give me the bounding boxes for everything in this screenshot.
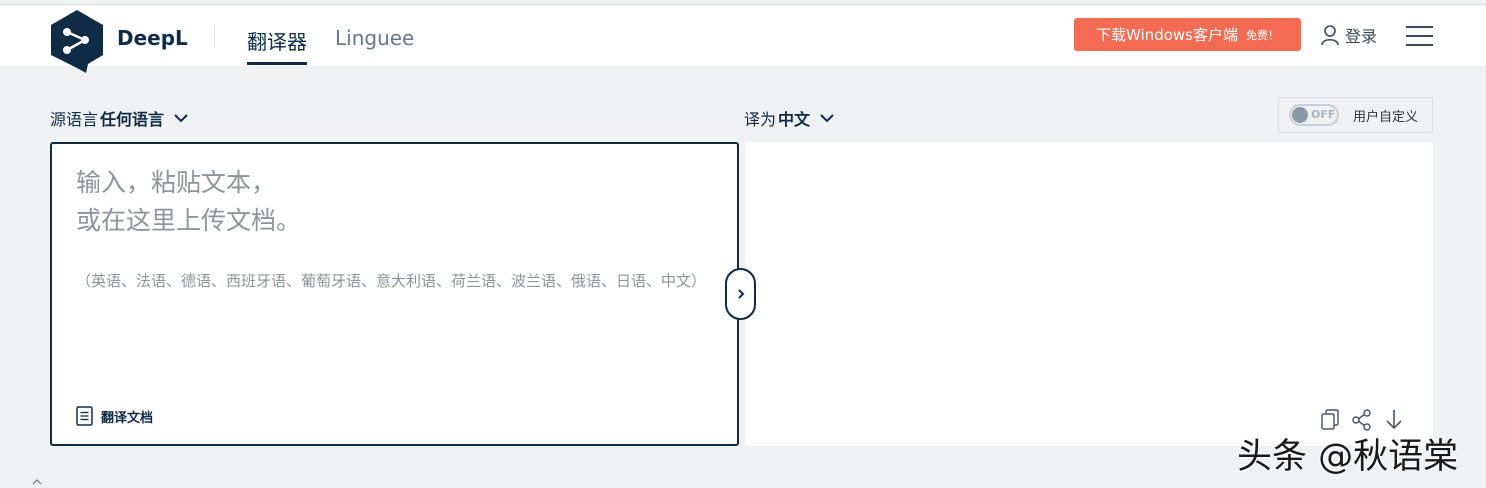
translate-document-label: 翻译文档 <box>101 410 154 426</box>
login-button[interactable]: 登录 <box>1320 23 1377 47</box>
hamburger-menu-icon[interactable] <box>1406 26 1433 46</box>
source-language-value: 任何语言 <box>100 110 165 129</box>
chevron-down-icon <box>820 114 834 123</box>
download-windows-client-button[interactable]: 下载Windows客户端 免费！ <box>1074 18 1301 51</box>
user-icon <box>1321 25 1339 46</box>
placeholder-line-2: 或在这里上传文档。 <box>76 206 302 235</box>
supported-languages-hint: （英语、法语、德语、西班牙语、葡萄牙语、意大利语、荷兰语、波兰语、俄语、日语、中… <box>76 272 707 290</box>
tab-translator[interactable]: 翻译器 <box>247 26 307 55</box>
target-language-prefix: 译为 <box>744 110 777 129</box>
download-button-label: 下载Windows客户端 <box>1096 26 1238 44</box>
translate-document-button[interactable]: 翻译文档 <box>76 406 153 426</box>
toggle-knob <box>1292 107 1308 123</box>
swap-languages-button[interactable] <box>725 268 756 320</box>
header-divider <box>214 25 215 47</box>
chevron-right-icon <box>737 289 744 299</box>
source-text-input[interactable]: 输入，粘贴文本， 或在这里上传文档。 （英语、法语、德语、西班牙语、葡萄牙语、意… <box>50 142 739 446</box>
source-placeholder: 输入，粘贴文本， 或在这里上传文档。 <box>76 164 301 240</box>
customization-label: 用户自定义 <box>1353 109 1419 125</box>
partial-icon <box>32 479 42 485</box>
source-language-prefix: 源语言 <box>50 110 99 129</box>
login-label: 登录 <box>1345 27 1378 46</box>
top-navigation-bar: DeepL 翻译器 Linguee 下载Windows客户端 免费！ 登录 <box>0 5 1486 73</box>
target-text-output[interactable] <box>745 142 1433 446</box>
customization-toggle[interactable]: OFF <box>1289 104 1339 126</box>
toggle-state-label: OFF <box>1311 108 1336 121</box>
target-language-selector[interactable]: 译为 中文 <box>744 106 836 130</box>
customization-toggle-box[interactable]: OFF 用户自定义 <box>1278 97 1433 133</box>
tab-linguee[interactable]: Linguee <box>335 26 414 50</box>
source-language-selector[interactable]: 源语言 任何语言 <box>50 106 190 130</box>
active-tab-indicator <box>247 62 307 65</box>
deepl-logo-icon[interactable] <box>50 9 104 75</box>
free-badge: 免费！ <box>1245 28 1279 42</box>
brand-name[interactable]: DeepL <box>117 26 188 50</box>
placeholder-line-1: 输入，粘贴文本， <box>76 168 277 197</box>
chevron-down-icon <box>174 114 188 123</box>
target-language-value: 中文 <box>778 110 811 129</box>
document-icon <box>76 406 93 426</box>
watermark-text: 头条 @秋语棠 <box>1237 437 1459 477</box>
